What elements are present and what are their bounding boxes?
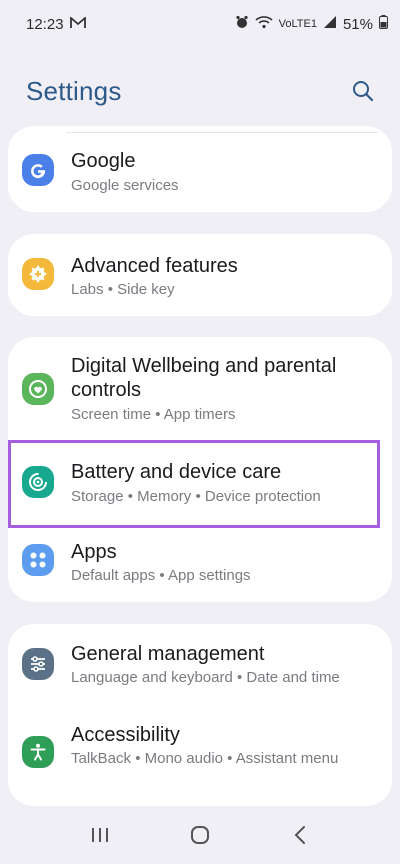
signal-icon: [323, 15, 337, 33]
settings-item-accessibility[interactable]: Accessibility TalkBack • Mono audio • As…: [8, 706, 392, 806]
item-title: General management: [71, 643, 265, 665]
item-title: Apps: [71, 541, 117, 563]
item-subtitle: Labs • Side key: [71, 281, 175, 298]
item-subtitle: Storage • Memory • Device protection: [71, 488, 321, 505]
back-icon: [294, 826, 305, 844]
status-bar: 12:23 VoLTE1 51%: [0, 0, 400, 48]
apps-grid-icon: [22, 544, 54, 576]
item-subtitle: Google services: [71, 177, 179, 194]
settings-item-apps[interactable]: Apps Default apps • App settings: [8, 524, 392, 602]
network-label: VoLTE1: [278, 18, 317, 30]
item-title: Google: [71, 150, 136, 172]
device-care-icon: [22, 466, 54, 498]
wifi-icon: [255, 15, 273, 33]
item-subtitle: Default apps • App settings: [71, 567, 251, 584]
item-title: Digital Wellbeing and parental controls: [71, 355, 337, 401]
settings-item-general-management[interactable]: General management Language and keyboard…: [8, 624, 392, 706]
sliders-icon: [22, 648, 54, 680]
header: Settings: [0, 60, 400, 120]
settings-item-battery-device-care[interactable]: Battery and device care Storage • Memory…: [8, 440, 392, 524]
settings-item-google[interactable]: Google Google services: [8, 126, 392, 212]
battery-icon: [379, 15, 388, 33]
search-icon: [353, 81, 374, 102]
status-time: 12:23: [26, 15, 64, 33]
item-title: Battery and device care: [71, 461, 282, 483]
google-icon: [22, 154, 54, 186]
item-title: Advanced features: [71, 255, 238, 277]
gear-plus-icon: [22, 258, 54, 290]
recents-button[interactable]: [80, 815, 120, 855]
item-subtitle: TalkBack • Mono audio • Assistant menu: [71, 750, 339, 767]
item-title: Accessibility: [71, 724, 180, 746]
home-button[interactable]: [180, 815, 220, 855]
accessibility-icon: [22, 736, 54, 768]
heart-circle-icon: [22, 373, 54, 405]
card-system: General management Language and keyboard…: [8, 624, 392, 806]
navigation-bar: [0, 806, 400, 864]
back-button[interactable]: [280, 815, 320, 855]
page-title: Settings: [26, 76, 122, 106]
settings-item-digital-wellbeing[interactable]: Digital Wellbeing and parental controls …: [8, 337, 392, 440]
alarm-icon: [235, 15, 249, 33]
recents-icon: [92, 828, 108, 842]
card-advanced: Advanced features Labs • Side key: [8, 234, 392, 316]
battery-percent: 51%: [342, 15, 373, 33]
search-button[interactable]: [348, 76, 378, 106]
item-subtitle: Screen time • App timers: [71, 406, 236, 423]
gmail-icon: [69, 15, 86, 33]
item-subtitle: Language and keyboard • Date and time: [71, 669, 340, 686]
home-icon: [191, 826, 209, 844]
settings-item-advanced-features[interactable]: Advanced features Labs • Side key: [8, 234, 392, 316]
card-device: Digital Wellbeing and parental controls …: [8, 337, 392, 602]
card-google: Google Google services: [8, 126, 392, 212]
